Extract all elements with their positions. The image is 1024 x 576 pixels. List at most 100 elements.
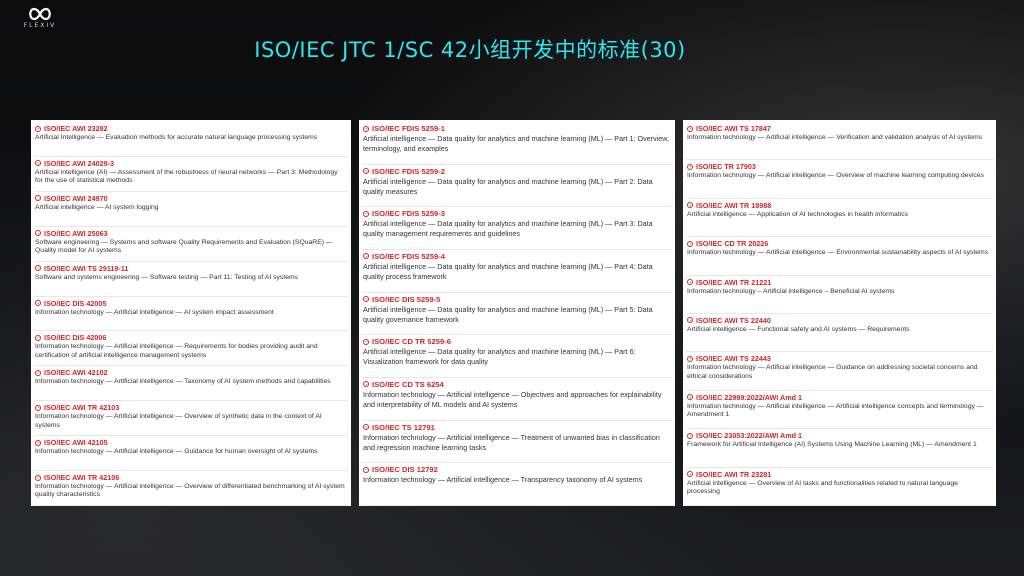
standard-code-text: ISO/IEC DIS 42006 bbox=[44, 333, 107, 343]
standard-code-text: ISO/IEC FDIS 5259-3 bbox=[372, 209, 446, 219]
standard-entry[interactable]: ISO/IEC CD TR 20226 Information technolog… bbox=[686, 237, 993, 276]
standard-code-text: ISO/IEC AWI TR 21221 bbox=[696, 277, 772, 287]
standard-code[interactable]: ISO/IEC CD TS 6254 bbox=[363, 380, 671, 389]
standard-code[interactable]: ISO/IEC AWI 42102 bbox=[35, 368, 347, 377]
standard-code-text: ISO/IEC DIS 12792 bbox=[372, 465, 438, 475]
standard-code-text: ISO/IEC AWI 42105 bbox=[44, 438, 108, 448]
standard-entry[interactable]: ISO/IEC AWI TR 21221 Information technolo… bbox=[686, 276, 993, 314]
standard-code[interactable]: ISO/IEC AWI TS 22443 bbox=[687, 354, 992, 363]
status-circle-icon bbox=[35, 404, 41, 411]
standard-description: Information technology — Artificial inte… bbox=[35, 378, 331, 386]
status-circle-icon bbox=[687, 125, 693, 132]
standard-entry[interactable]: ISO/IEC DIS 12792 Information technology … bbox=[362, 463, 672, 506]
standard-description: Information technology — Artificial inte… bbox=[35, 483, 345, 499]
standard-entry[interactable]: ISO/IEC AWI TR 42103 Information technolo… bbox=[34, 401, 348, 437]
standard-entry[interactable]: ISO/IEC FDIS 5259-2 Artificial intelligen… bbox=[362, 165, 672, 208]
standard-code[interactable]: ISO/IEC AWI TR 18988 bbox=[687, 201, 992, 210]
standard-code[interactable]: ISO/IEC TR 17903 bbox=[687, 162, 992, 171]
page-title: ISO/IEC JTC 1/SC 42小组开发中的标准(30) bbox=[254, 38, 686, 62]
status-circle-icon bbox=[35, 265, 41, 272]
standard-code[interactable]: ISO/IEC CD TR 20226 bbox=[687, 239, 992, 248]
standard-description: Artificial intelligence — Data quality f… bbox=[363, 134, 669, 153]
standard-entry[interactable]: ISO/IEC CD TR 5259-6 Artificial intellige… bbox=[362, 335, 672, 378]
standard-code[interactable]: ISO/IEC 23053:2022/AWI Amd 1 bbox=[687, 431, 992, 440]
standard-code[interactable]: ISO/IEC AWI TR 42106 bbox=[35, 473, 347, 482]
standard-entry[interactable]: ISO/IEC TR 17903 Information technology —… bbox=[686, 160, 993, 199]
status-circle-icon bbox=[363, 424, 369, 431]
standard-entry[interactable]: ISO/IEC AWI 42102 Information technology … bbox=[34, 366, 348, 402]
status-circle-icon bbox=[35, 369, 41, 376]
standard-entry[interactable]: ISO/IEC AWI TS 22443 Information technolo… bbox=[686, 352, 993, 391]
standard-code[interactable]: ISO/IEC FDIS 5259-3 bbox=[363, 209, 671, 218]
standard-entry[interactable]: ISO/IEC AWI TR 18988 Artificial intellige… bbox=[686, 199, 993, 238]
standard-description: Information technology — Artificial inte… bbox=[687, 134, 983, 141]
standard-description: Artificial intelligence (AI) — Assessmen… bbox=[35, 168, 338, 185]
status-circle-icon bbox=[687, 240, 693, 247]
standard-code[interactable]: ISO/IEC AWI 23282 bbox=[35, 124, 347, 133]
standard-code-text: ISO/IEC AWI 25063 bbox=[44, 228, 108, 238]
standard-description: Information technology — Artificial inte… bbox=[35, 413, 322, 429]
status-circle-icon bbox=[363, 381, 369, 388]
standard-description: Artificial intelligence — AI system logg… bbox=[35, 203, 159, 211]
standard-entry[interactable]: ISO/IEC AWI 25063 Software engineering — … bbox=[34, 227, 348, 262]
standard-entry[interactable]: ISO/IEC AWI TR 23281 Artificial intellige… bbox=[686, 468, 993, 506]
standard-entry[interactable]: ISO/IEC CD TS 6254 Information technology… bbox=[362, 378, 672, 421]
standard-code-text: ISO/IEC CD TR 20226 bbox=[696, 239, 769, 249]
standard-code[interactable]: ISO/IEC AWI 24970 bbox=[35, 194, 347, 203]
standard-entry[interactable]: ISO/IEC DIS 5259-5 Artificial intelligenc… bbox=[362, 293, 672, 336]
standard-entry[interactable]: ISO/IEC DIS 42005 Information technology … bbox=[34, 297, 348, 332]
standard-entry[interactable]: ISO/IEC TS 12791 Information technology —… bbox=[362, 421, 672, 464]
standard-entry[interactable]: ISO/IEC AWI 24970 Artificial intelligence… bbox=[34, 192, 348, 227]
standard-description: Information technology — Artificial inte… bbox=[363, 389, 662, 409]
standard-entry[interactable]: ISO/IEC 23053:2022/AWI Amd 1 Framework fo… bbox=[686, 429, 993, 468]
infinity-logo-icon bbox=[29, 7, 51, 21]
standard-code[interactable]: ISO/IEC AWI 25063 bbox=[35, 229, 347, 238]
standard-description: Artificial Intelligence — Evaluation met… bbox=[35, 134, 318, 141]
standard-entry[interactable]: ISO/IEC AWI 23282 Artificial Intelligence… bbox=[34, 122, 348, 157]
standard-entry[interactable]: ISO/IEC FDIS 5259-1 Artificial intelligen… bbox=[362, 122, 672, 165]
standard-code[interactable]: ISO/IEC AWI 24029-3 bbox=[35, 159, 347, 168]
standard-code[interactable]: ISO/IEC DIS 42005 bbox=[35, 299, 347, 308]
standard-entry[interactable]: ISO/IEC FDIS 5259-4 Artificial intelligen… bbox=[362, 250, 672, 293]
standard-code[interactable]: ISO/IEC AWI TS 29119-11 bbox=[35, 264, 347, 273]
standard-code[interactable]: ISO/IEC 22989:2022/AWI Amd 1 bbox=[687, 393, 992, 402]
standard-code[interactable]: ISO/IEC AWI TS 22440 bbox=[687, 316, 992, 325]
standard-entry[interactable]: ISO/IEC AWI TS 22440 Artificial intellige… bbox=[686, 314, 993, 353]
standard-description: Artificial intelligence — Data quality f… bbox=[363, 347, 636, 367]
standard-entry[interactable]: ISO/IEC DIS 42006 Information technology … bbox=[34, 331, 348, 367]
standard-code[interactable]: ISO/IEC DIS 42006 bbox=[35, 333, 347, 342]
standard-code[interactable]: ISO/IEC AWI 42105 bbox=[35, 438, 347, 447]
standards-column-3: ISO/IEC AWI TS 17847 Information technolo… bbox=[683, 120, 996, 506]
standard-code[interactable]: ISO/IEC FDIS 5259-2 bbox=[363, 167, 671, 176]
standard-code-text: ISO/IEC CD TS 6254 bbox=[372, 379, 444, 389]
standard-description: Artificial intelligence — Functional saf… bbox=[687, 325, 910, 333]
standard-code[interactable]: ISO/IEC AWI TR 23281 bbox=[687, 470, 992, 479]
status-circle-icon bbox=[363, 168, 369, 175]
standard-entry[interactable]: ISO/IEC AWI TR 42106 Information technolo… bbox=[34, 471, 348, 506]
standard-code-text: ISO/IEC FDIS 5259-2 bbox=[372, 166, 446, 176]
standard-code[interactable]: ISO/IEC AWI TR 21221 bbox=[687, 278, 992, 287]
standard-code[interactable]: ISO/IEC FDIS 5259-1 bbox=[363, 124, 671, 133]
status-circle-icon bbox=[363, 338, 369, 345]
status-circle-icon bbox=[35, 160, 41, 167]
status-circle-icon bbox=[35, 230, 41, 237]
standard-code[interactable]: ISO/IEC FDIS 5259-4 bbox=[363, 252, 671, 261]
standard-code-text: ISO/IEC FDIS 5259-1 bbox=[372, 124, 446, 133]
standard-code[interactable]: ISO/IEC DIS 12792 bbox=[363, 465, 671, 474]
standard-entry[interactable]: ISO/IEC 22989:2022/AWI Amd 1 Information … bbox=[686, 391, 993, 430]
standard-code[interactable]: ISO/IEC CD TR 5259-6 bbox=[363, 337, 671, 346]
standard-code[interactable]: ISO/IEC AWI TR 42103 bbox=[35, 403, 347, 412]
standard-entry[interactable]: ISO/IEC FDIS 5259-3 Artificial intelligen… bbox=[362, 207, 672, 250]
status-circle-icon bbox=[687, 279, 693, 286]
standard-entry[interactable]: ISO/IEC AWI 42105 Information technology … bbox=[34, 436, 348, 472]
standard-code[interactable]: ISO/IEC DIS 5259-5 bbox=[363, 295, 671, 304]
standard-code-text: ISO/IEC AWI TS 17847 bbox=[696, 124, 771, 133]
standard-code[interactable]: ISO/IEC AWI TS 17847 bbox=[687, 124, 992, 133]
standard-entry[interactable]: ISO/IEC AWI TS 29119-11 Software and syst… bbox=[34, 262, 348, 297]
standard-entry[interactable]: ISO/IEC AWI 24029-3 Artificial intelligen… bbox=[34, 157, 348, 192]
standard-entry[interactable]: ISO/IEC AWI TS 17847 Information technolo… bbox=[686, 122, 993, 161]
status-circle-icon bbox=[363, 210, 369, 217]
standard-code[interactable]: ISO/IEC TS 12791 bbox=[363, 423, 671, 432]
standard-description: Artificial intelligence — Overview of AI… bbox=[687, 479, 958, 495]
standard-description: Framework for Artificial Intelligence (A… bbox=[687, 441, 977, 449]
